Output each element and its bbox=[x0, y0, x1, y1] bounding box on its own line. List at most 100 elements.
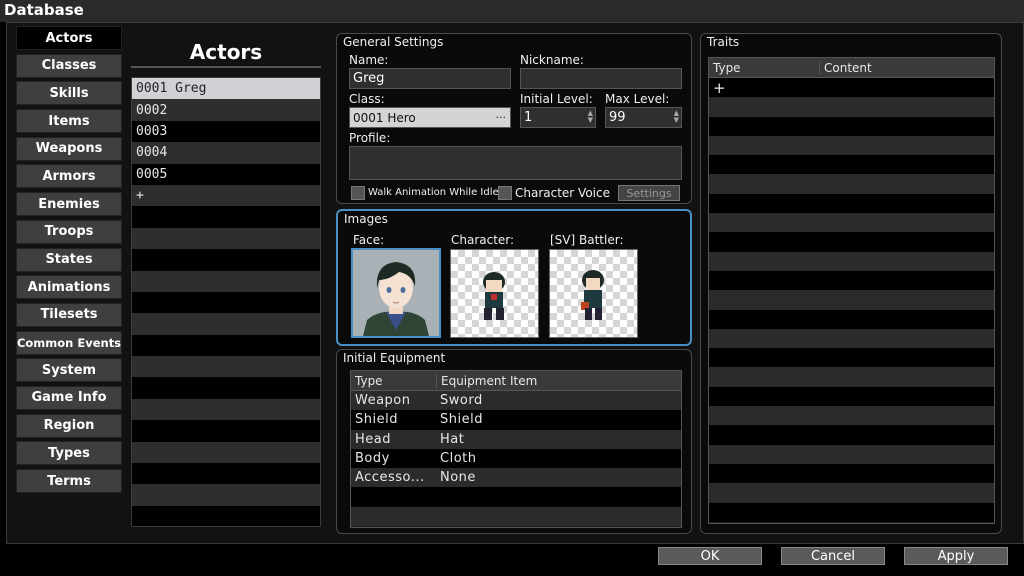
add-actor-item[interactable]: + bbox=[132, 184, 320, 207]
list-item[interactable] bbox=[132, 377, 320, 399]
name-field[interactable]: Greg bbox=[349, 68, 511, 89]
list-item[interactable] bbox=[132, 334, 320, 357]
category-types[interactable]: Types bbox=[16, 441, 122, 466]
table-row[interactable] bbox=[709, 97, 994, 117]
category-terms[interactable]: Terms bbox=[16, 469, 122, 493]
category-troops[interactable]: Troops bbox=[16, 219, 122, 244]
category-skills[interactable]: Skills bbox=[16, 81, 122, 106]
table-row[interactable] bbox=[709, 290, 994, 310]
max-level-stepper[interactable]: 99 ▲ ▼ bbox=[605, 107, 682, 128]
traits-title: Traits bbox=[707, 35, 740, 49]
category-armors[interactable]: Armors bbox=[16, 164, 122, 189]
actor-item-0005[interactable]: 0005 bbox=[132, 163, 320, 185]
table-row[interactable]: Weapon Sword bbox=[351, 391, 681, 411]
face-portrait-icon bbox=[353, 250, 439, 336]
table-row[interactable] bbox=[709, 213, 994, 233]
initial-level-value: 1 bbox=[524, 110, 533, 125]
profile-label: Profile: bbox=[349, 131, 391, 145]
list-item[interactable] bbox=[132, 398, 320, 421]
table-row[interactable] bbox=[709, 251, 994, 271]
table-row[interactable]: Accesso... None bbox=[351, 468, 681, 488]
list-item[interactable] bbox=[132, 441, 320, 464]
table-row[interactable] bbox=[351, 506, 681, 527]
initial-equipment-title: Initial Equipment bbox=[343, 351, 446, 365]
list-item[interactable] bbox=[132, 313, 320, 335]
battler-image[interactable] bbox=[549, 249, 638, 338]
list-item[interactable] bbox=[132, 505, 320, 526]
list-item[interactable] bbox=[132, 463, 320, 485]
category-region[interactable]: Region bbox=[16, 413, 122, 438]
walk-animation-label: Walk Animation While Idle bbox=[368, 187, 499, 198]
profile-field[interactable] bbox=[349, 146, 682, 180]
max-level-label: Max Level: bbox=[605, 92, 670, 106]
table-row[interactable] bbox=[709, 270, 994, 291]
table-row[interactable] bbox=[709, 232, 994, 252]
table-row[interactable] bbox=[709, 155, 994, 175]
list-item[interactable] bbox=[132, 249, 320, 271]
table-row[interactable] bbox=[709, 444, 994, 464]
table-row[interactable] bbox=[709, 348, 994, 368]
table-row[interactable] bbox=[709, 328, 994, 349]
table-row[interactable] bbox=[709, 193, 994, 214]
add-trait-row[interactable]: + bbox=[709, 78, 994, 98]
spin-arrows-icon[interactable]: ▲ ▼ bbox=[588, 110, 593, 124]
table-row[interactable]: Shield Shield bbox=[351, 410, 681, 430]
list-item[interactable] bbox=[132, 270, 320, 292]
initial-level-stepper[interactable]: 1 ▲ ▼ bbox=[520, 107, 596, 128]
apply-button[interactable]: Apply bbox=[904, 547, 1008, 565]
column-type: Type bbox=[713, 60, 741, 75]
category-common-events[interactable]: Common Events bbox=[16, 330, 122, 355]
column-content: Content bbox=[819, 60, 872, 75]
category-actors[interactable]: Actors bbox=[16, 26, 122, 50]
table-row[interactable] bbox=[709, 502, 994, 522]
list-item[interactable] bbox=[132, 291, 320, 314]
table-row[interactable] bbox=[709, 425, 994, 445]
list-item[interactable] bbox=[132, 484, 320, 506]
equip-type: Accesso... bbox=[355, 470, 425, 486]
table-row[interactable] bbox=[351, 487, 681, 507]
list-item[interactable] bbox=[132, 356, 320, 378]
walk-animation-checkbox[interactable] bbox=[351, 186, 365, 200]
category-game-info[interactable]: Game Info bbox=[16, 385, 122, 410]
settings-button[interactable]: Settings bbox=[618, 185, 680, 201]
ok-button[interactable]: OK bbox=[658, 547, 762, 565]
category-animations[interactable]: Animations bbox=[16, 275, 122, 300]
category-states[interactable]: States bbox=[16, 247, 122, 272]
face-image[interactable] bbox=[351, 248, 441, 338]
cancel-button[interactable]: Cancel bbox=[781, 547, 885, 565]
equip-item: Cloth bbox=[440, 451, 477, 467]
equip-type: Shield bbox=[355, 412, 398, 428]
spin-arrows-icon[interactable]: ▲ ▼ bbox=[674, 110, 679, 124]
table-row[interactable] bbox=[709, 116, 994, 136]
table-row[interactable] bbox=[709, 483, 994, 503]
character-image[interactable] bbox=[450, 249, 539, 338]
category-system[interactable]: System bbox=[16, 358, 122, 383]
table-row[interactable]: Head Hat bbox=[351, 429, 681, 449]
table-row[interactable] bbox=[709, 174, 994, 194]
general-settings-title: General Settings bbox=[343, 35, 444, 49]
equip-item: None bbox=[440, 470, 476, 486]
actor-item-0001[interactable]: 0001 Greg bbox=[132, 78, 320, 100]
actor-item-0004[interactable]: 0004 bbox=[132, 142, 320, 164]
table-row[interactable] bbox=[709, 309, 994, 329]
list-item[interactable] bbox=[132, 206, 320, 228]
category-enemies[interactable]: Enemies bbox=[16, 192, 122, 217]
actor-item-0002[interactable]: 0002 bbox=[132, 99, 320, 121]
table-row[interactable] bbox=[709, 406, 994, 426]
table-row[interactable] bbox=[709, 386, 994, 407]
actor-item-0003[interactable]: 0003 bbox=[132, 120, 320, 143]
table-row[interactable] bbox=[709, 463, 994, 484]
class-select[interactable]: 0001 Hero ... bbox=[349, 107, 511, 128]
list-item[interactable] bbox=[132, 420, 320, 442]
table-row[interactable] bbox=[709, 135, 994, 156]
table-row[interactable]: Body Cloth bbox=[351, 448, 681, 469]
category-weapons[interactable]: Weapons bbox=[16, 136, 122, 161]
list-item[interactable] bbox=[132, 227, 320, 250]
category-classes[interactable]: Classes bbox=[16, 53, 122, 78]
category-tilesets[interactable]: Tilesets bbox=[16, 302, 122, 327]
category-items[interactable]: Items bbox=[16, 109, 122, 134]
battler-label: [SV] Battler: bbox=[550, 233, 624, 247]
nickname-field[interactable] bbox=[520, 68, 682, 89]
table-row[interactable] bbox=[709, 367, 994, 387]
character-voice-checkbox[interactable] bbox=[498, 186, 512, 200]
